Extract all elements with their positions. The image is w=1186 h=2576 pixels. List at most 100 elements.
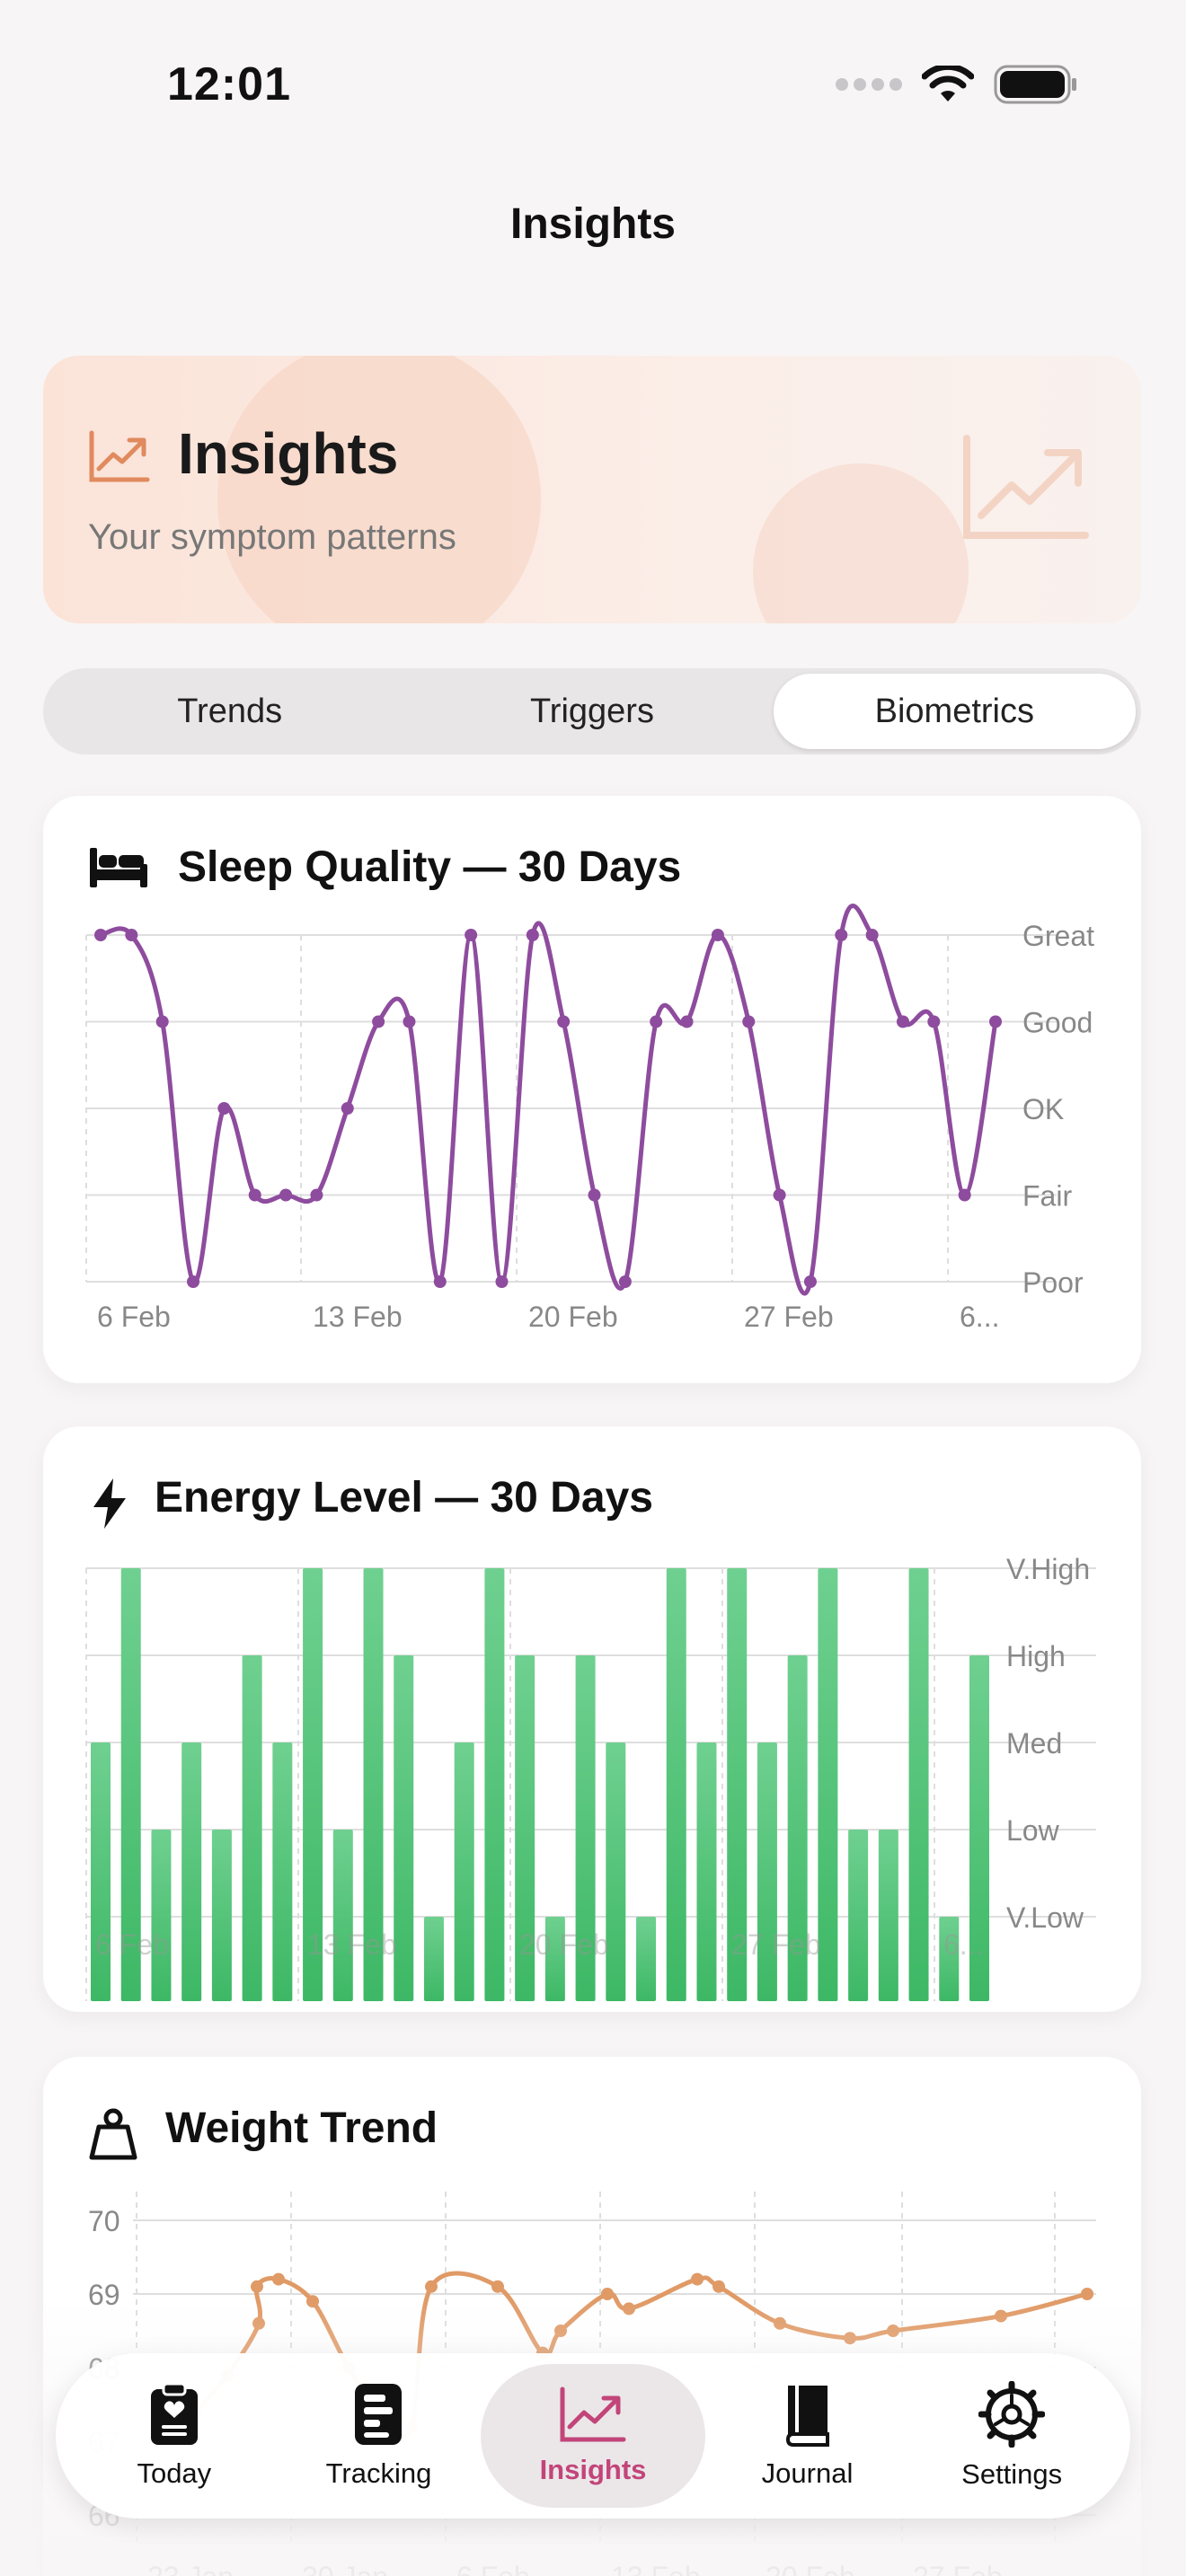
- sleep-data-point: [958, 1188, 971, 1202]
- wifi-icon: [922, 66, 974, 101]
- energy-y-tick-label: V.High: [1006, 1553, 1090, 1585]
- energy-bar: [636, 1917, 657, 2001]
- sleep-data-point: [680, 1015, 694, 1028]
- sleep-data-point: [372, 1015, 385, 1028]
- trend-chart-icon: [560, 2386, 626, 2442]
- status-icons: [836, 65, 1078, 104]
- sleep-data-point: [94, 929, 107, 941]
- sleep-x-tick-label: 6...: [960, 1301, 999, 1333]
- energy-bar: [757, 1742, 777, 2001]
- sleep-x-tick-label: 20 Feb: [528, 1301, 618, 1333]
- weight-data-point: [251, 2280, 263, 2293]
- clipboard-heart-icon: [150, 2382, 198, 2445]
- tab-journal[interactable]: Journal: [705, 2364, 910, 2508]
- nav-title: Insights: [509, 200, 676, 248]
- segment-triggers[interactable]: Triggers: [411, 674, 773, 749]
- sleep-data-point: [896, 1015, 909, 1028]
- energy-bar: [151, 1830, 172, 2001]
- sleep-y-tick-label: Great: [1022, 920, 1094, 952]
- sleep-y-tick-label: Fair: [1022, 1180, 1072, 1213]
- energy-bar: [908, 1568, 929, 2001]
- energy-y-tick-label: Low: [1006, 1814, 1060, 1847]
- energy-y-tick-label: Med: [1006, 1727, 1062, 1760]
- hero-decoration-circle: [217, 356, 541, 623]
- book-icon: [785, 2386, 829, 2447]
- segment-biometrics[interactable]: Biometrics: [773, 674, 1136, 749]
- sleep-data-point: [187, 1275, 200, 1288]
- energy-bar: [272, 1742, 293, 2001]
- tab-today-label: Today: [137, 2457, 212, 2489]
- tab-bar: Today Tracking Insights Journal Settings: [56, 2353, 1130, 2519]
- energy-x-tick-label: 20 Feb: [519, 1928, 609, 1961]
- weight-data-point: [601, 2288, 614, 2300]
- energy-y-tick-label: V.Low: [1006, 1901, 1084, 1934]
- sleep-data-point: [433, 1275, 447, 1288]
- weight-data-point: [425, 2280, 438, 2293]
- tab-insights-label: Insights: [539, 2454, 647, 2485]
- sleep-data-point: [989, 1015, 1002, 1028]
- tab-tracking[interactable]: Tracking: [277, 2364, 482, 2508]
- energy-x-tick-label: 13 Feb: [307, 1928, 397, 1961]
- weight-data-point: [491, 2280, 504, 2293]
- tab-insights[interactable]: Insights: [481, 2364, 705, 2508]
- energy-bar: [91, 1742, 111, 2001]
- sleep-data-point: [248, 1188, 261, 1202]
- status-time: 12:01: [167, 58, 291, 110]
- energy-x-tick-label: 6...: [943, 1928, 983, 1961]
- energy-bar: [211, 1830, 232, 2001]
- energy-x-tick-label: 6 Feb: [95, 1928, 169, 1961]
- energy-bar: [332, 1830, 353, 2001]
- sleep-data-point: [773, 1188, 786, 1202]
- energy-bar: [484, 1568, 505, 2001]
- energy-bar: [606, 1742, 626, 2001]
- weight-data-point: [712, 2280, 725, 2293]
- cellular-signal-icon: [836, 78, 902, 91]
- energy-bar: [181, 1742, 202, 2001]
- sleep-x-tick-label: 6 Feb: [97, 1301, 171, 1333]
- sleep-data-point: [865, 929, 879, 941]
- energy-bar: [454, 1742, 474, 2001]
- tab-tracking-label: Tracking: [325, 2457, 432, 2489]
- sleep-data-point: [125, 929, 138, 941]
- energy-y-tick-label: High: [1006, 1640, 1066, 1672]
- hero-subtitle: Your symptom patterns: [88, 517, 456, 557]
- sleep-y-tick-label: Poor: [1022, 1266, 1084, 1299]
- energy-x-tick-label: 27 Feb: [731, 1928, 821, 1961]
- chart-list-icon: [355, 2384, 403, 2445]
- sleep-data-point: [403, 1015, 416, 1028]
- insights-hero-card: Insights Your symptom patterns: [43, 356, 1141, 623]
- sleep-data-point: [557, 1015, 571, 1028]
- sleep-data-point: [650, 1015, 663, 1028]
- hero-decoration-circle: [753, 463, 969, 623]
- sleep-quality-chart: Poor Fair OK Good Great 6 Feb 13 Feb 20 Feb 27 F…: [85, 904, 1094, 1333]
- energy-level-chart: V.Low Low Med High V.High 6 Feb 13 Feb 20 Feb 27…: [85, 1553, 1096, 2001]
- energy-bar: [848, 1830, 869, 2001]
- sleep-data-point: [341, 1102, 354, 1115]
- trend-chart-icon: [89, 430, 150, 482]
- tab-today[interactable]: Today: [72, 2364, 277, 2508]
- weight-y-tick-label: 70: [88, 2205, 120, 2237]
- sleep-data-point: [803, 1275, 817, 1288]
- tab-journal-label: Journal: [761, 2457, 854, 2489]
- sleep-data-point: [618, 1275, 632, 1288]
- trend-chart-watermark-icon: [963, 435, 1089, 539]
- sleep-data-point: [495, 1275, 509, 1288]
- sleep-data-point: [279, 1188, 293, 1202]
- segment-trends[interactable]: Trends: [49, 674, 411, 749]
- sleep-data-point: [711, 929, 724, 941]
- sleep-y-tick-label: OK: [1022, 1093, 1064, 1125]
- energy-bar: [818, 1568, 838, 2001]
- energy-bar: [878, 1830, 898, 2001]
- sleep-x-tick-label: 27 Feb: [744, 1301, 834, 1333]
- insights-segmented-control: Trends Triggers Biometrics: [43, 668, 1141, 754]
- battery-icon: [994, 65, 1076, 104]
- sleep-data-point: [155, 1015, 169, 1028]
- tab-settings[interactable]: Settings: [909, 2364, 1114, 2508]
- weight-data-point: [272, 2272, 285, 2286]
- sleep-data-point: [310, 1188, 323, 1202]
- sleep-series-line: [100, 904, 998, 1296]
- energy-bar: [423, 1917, 444, 2001]
- energy-bar: [696, 1742, 717, 2001]
- sleep-data-point: [465, 929, 478, 941]
- sleep-x-tick-label: 13 Feb: [313, 1301, 403, 1333]
